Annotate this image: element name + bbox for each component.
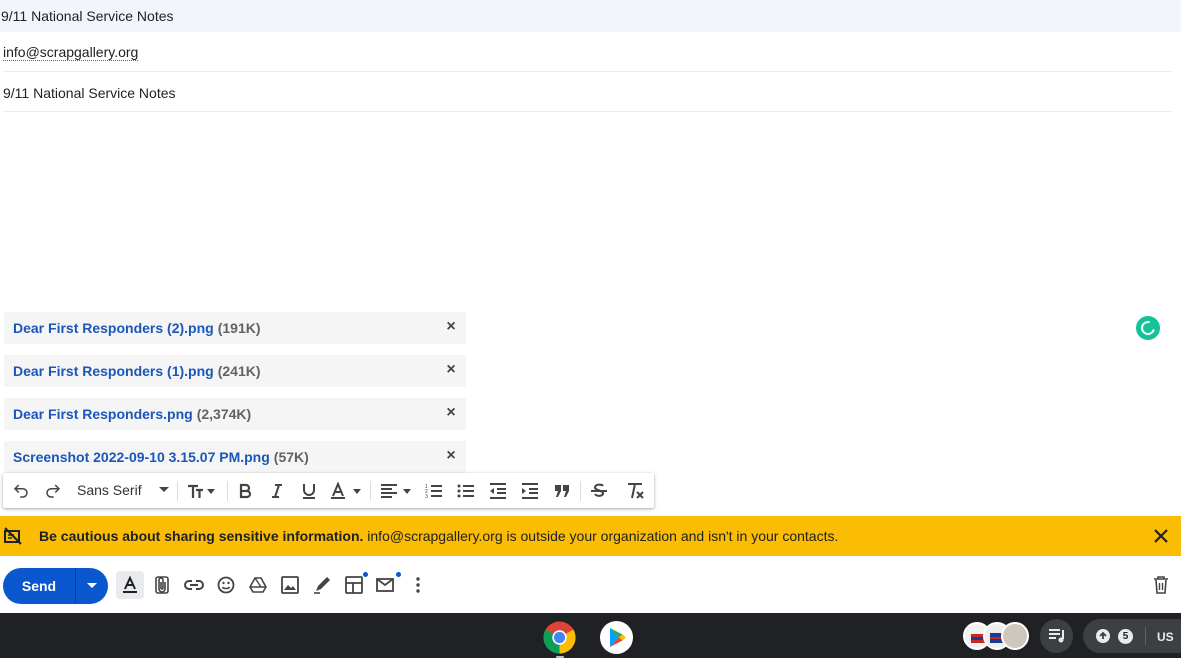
emoji-icon[interactable] <box>214 573 238 597</box>
svg-text:3: 3 <box>425 494 428 500</box>
compose-actions-bar: Send <box>0 556 1181 613</box>
undo-icon[interactable] <box>9 478 33 504</box>
chrome-icon[interactable] <box>543 621 576 654</box>
recipients-field[interactable]: info@scrapgallery.org <box>3 32 1171 72</box>
attachment-size: (2,374K) <box>196 406 252 422</box>
attachment-name[interactable]: Screenshot 2022-09-10 3.15.07 PM.png <box>13 449 270 465</box>
media-controls-button[interactable] <box>1040 619 1073 653</box>
chevron-down-icon <box>159 487 169 492</box>
signature-icon[interactable] <box>310 573 334 597</box>
drive-icon[interactable] <box>246 573 270 597</box>
warning-title: Be cautious about sharing sensitive info… <box>39 528 364 544</box>
compose-title: 9/11 National Service Notes <box>1 8 174 24</box>
os-taskbar: 5 US <box>0 613 1181 658</box>
subject-text: 9/11 National Service Notes <box>3 85 176 101</box>
warning-message: Be cautious about sharing sensitive info… <box>39 528 838 544</box>
input-locale[interactable]: US <box>1157 630 1174 644</box>
layouts-icon[interactable] <box>342 572 368 597</box>
attachment-size: (57K) <box>273 449 309 465</box>
attachment-chip[interactable]: Dear First Responders.png (2,374K) × <box>4 398 466 430</box>
discard-draft-icon[interactable] <box>1149 573 1173 597</box>
formatting-toggle-icon[interactable] <box>116 571 144 599</box>
underline-icon[interactable] <box>297 478 321 504</box>
send-button-group: Send <box>3 568 108 604</box>
thumbnail-3 <box>1001 622 1029 650</box>
redo-icon[interactable] <box>41 478 65 504</box>
status-area[interactable]: 5 US <box>1083 619 1181 653</box>
recipient-chip[interactable]: info@scrapgallery.org <box>3 44 139 61</box>
schedule-send-button[interactable] <box>75 568 108 604</box>
tray-divider <box>1145 627 1146 645</box>
attachment-name[interactable]: Dear First Responders (1).png <box>13 363 214 379</box>
toolbar-divider <box>227 481 228 501</box>
play-store-icon[interactable] <box>600 621 633 654</box>
subject-field[interactable]: 9/11 National Service Notes <box>3 72 1171 112</box>
playlist-icon <box>1049 629 1064 643</box>
attachment-name[interactable]: Dear First Responders.png <box>13 406 193 422</box>
attachment-chip[interactable]: Dear First Responders (1).png (241K) × <box>4 355 466 387</box>
indent-more-icon[interactable] <box>518 478 542 504</box>
align-icon[interactable] <box>379 478 413 504</box>
insert-photo-icon[interactable] <box>278 573 302 597</box>
grammarly-icon[interactable] <box>1136 316 1160 340</box>
strikethrough-icon[interactable] <box>587 478 611 504</box>
quote-icon[interactable] <box>550 478 574 504</box>
italic-icon[interactable] <box>265 478 289 504</box>
notification-badge: 5 <box>1118 629 1133 644</box>
upload-icon <box>1096 629 1110 643</box>
holding-space-tray[interactable] <box>961 619 1031 653</box>
confidential-mode-icon[interactable] <box>374 572 401 597</box>
attach-file-icon[interactable] <box>150 573 174 597</box>
font-select[interactable]: Sans Serif <box>77 482 169 498</box>
attachment-chip[interactable]: Screenshot 2022-09-10 3.15.07 PM.png (57K… <box>4 441 466 473</box>
message-body[interactable] <box>3 112 1171 308</box>
font-name: Sans Serif <box>77 482 142 498</box>
remove-formatting-icon[interactable] <box>623 478 647 504</box>
new-feature-dot <box>396 572 401 577</box>
text-color-icon[interactable] <box>329 478 363 504</box>
attachment-chip[interactable]: Dear First Responders (2).png (191K) × <box>4 312 466 344</box>
attachment-name-wrap[interactable]: Dear First Responders.png (2,374K) <box>13 406 251 422</box>
attachment-name-wrap[interactable]: Dear First Responders (1).png (241K) <box>13 363 261 379</box>
external-recipient-warning: Be cautious about sharing sensitive info… <box>0 516 1181 556</box>
compose-title-bar[interactable]: 9/11 National Service Notes <box>0 0 1181 32</box>
formatting-toolbar: Sans Serif 123 <box>3 473 654 508</box>
remove-attachment-icon[interactable]: × <box>442 361 460 379</box>
warning-detail: info@scrapgallery.org is outside your or… <box>363 528 839 544</box>
new-feature-dot <box>363 572 368 577</box>
attachment-size: (191K) <box>217 320 261 336</box>
insert-link-icon[interactable] <box>182 573 206 597</box>
attachment-name-wrap[interactable]: Screenshot 2022-09-10 3.15.07 PM.png (57K… <box>13 449 309 465</box>
send-button[interactable]: Send <box>3 568 75 604</box>
toolbar-divider <box>580 481 581 501</box>
remove-attachment-icon[interactable]: × <box>442 404 460 422</box>
attachment-name[interactable]: Dear First Responders (2).png <box>13 320 214 336</box>
toolbar-divider <box>177 481 178 501</box>
attachment-size: (241K) <box>217 363 261 379</box>
numbered-list-icon[interactable]: 123 <box>422 478 446 504</box>
bulleted-list-icon[interactable] <box>454 478 478 504</box>
remove-attachment-icon[interactable]: × <box>442 447 460 465</box>
more-options-icon[interactable] <box>406 573 430 597</box>
close-icon[interactable] <box>1152 527 1170 548</box>
indent-less-icon[interactable] <box>486 478 510 504</box>
remove-attachment-icon[interactable]: × <box>442 318 460 336</box>
compose-window: 9/11 National Service Notes info@scrapga… <box>0 0 1181 658</box>
no-contact-icon <box>4 527 22 548</box>
bold-icon[interactable] <box>233 478 257 504</box>
text-size-icon[interactable] <box>184 478 218 504</box>
chevron-down-icon <box>87 583 97 588</box>
toolbar-divider <box>370 481 371 501</box>
attachment-name-wrap[interactable]: Dear First Responders (2).png (191K) <box>13 320 261 336</box>
